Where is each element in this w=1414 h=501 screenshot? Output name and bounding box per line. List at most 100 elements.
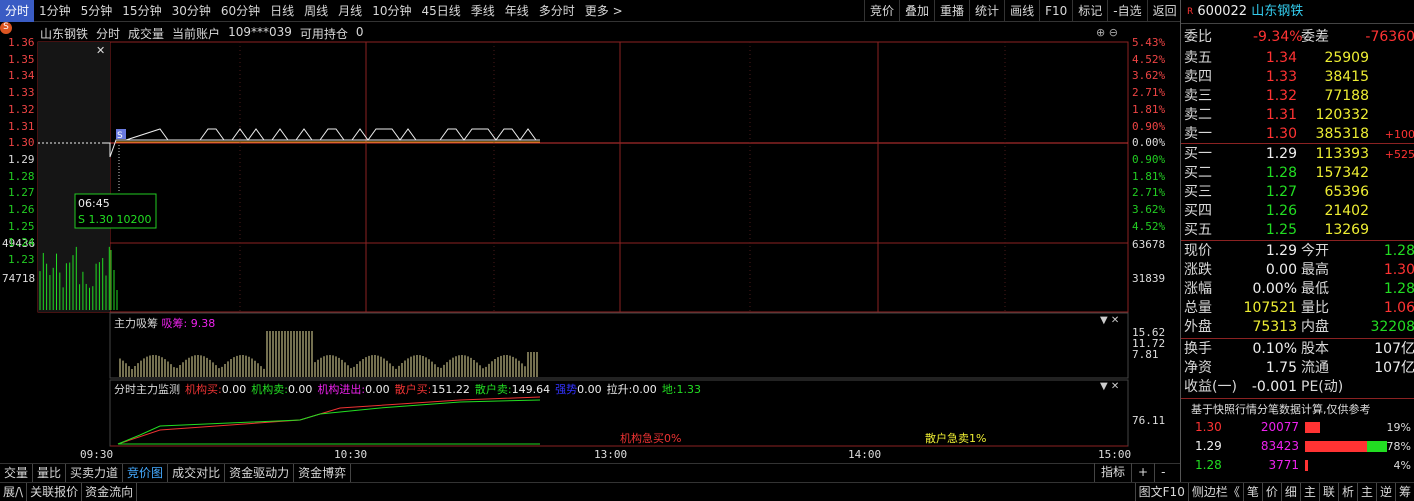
price-axis-label: 1.23 [8, 253, 35, 266]
sell-level: 卖五 1.34 25909 [1181, 49, 1414, 68]
sell-level: 卖二 1.31 120332 [1181, 106, 1414, 125]
monitor-item: 机构进出:0.00 [317, 381, 389, 397]
weibi-label: 委比 [1184, 28, 1212, 47]
monitor-controls[interactable]: ▼ ✕ [1100, 381, 1119, 392]
monitor-item: 机构卖:0.00 [251, 381, 312, 397]
bottom-link[interactable]: 资金流向 [82, 483, 137, 501]
side-tab[interactable]: 筹 [1395, 483, 1414, 501]
bottom-tab[interactable]: 资金驱动力 [225, 464, 294, 482]
time-axis-label: 15:00 [1098, 448, 1131, 461]
bottom-tab[interactable]: 竞价图 [123, 464, 168, 482]
pct-axis-label: 1.81% [1132, 103, 1165, 116]
monitor-note-1: 机构急买0% [620, 430, 681, 446]
price-axis-label: 1.28 [8, 170, 35, 183]
indicator-button[interactable]: - [1154, 463, 1171, 482]
side-tab[interactable]: 联 [1319, 483, 1338, 501]
bottom-tab[interactable]: 买卖力道 [66, 464, 123, 482]
vol-axis-right-top: 63678 [1132, 238, 1165, 251]
price-axis-label: 1.25 [8, 220, 35, 233]
side-tab[interactable]: 侧边栏《 [1188, 483, 1243, 501]
pct-axis-label: 3.62% [1132, 203, 1165, 216]
price-axis-label: 1.32 [8, 103, 35, 116]
bottom-tab[interactable]: 量比 [33, 464, 66, 482]
zhuli-axis-3: 7.81 [1132, 348, 1159, 361]
side-tab[interactable]: 主 [1357, 483, 1376, 501]
indicator-controls: 指标 + - [1094, 463, 1171, 482]
vol-axis-mid: 74718 [2, 272, 35, 285]
price-axis-label: 1.31 [8, 120, 35, 133]
buy-level: 买五 1.25 13269 [1181, 221, 1414, 240]
weibi-value: -9.34% [1253, 28, 1303, 47]
side-tab[interactable]: 图文F10 [1135, 483, 1188, 501]
pct-axis-label: 2.71% [1132, 186, 1165, 199]
monitor-axis: 76.11 [1132, 414, 1165, 427]
price-axis-label: 1.29 [8, 153, 35, 166]
side-tab[interactable]: 析 [1338, 483, 1357, 501]
pct-axis-label: 0.00% [1132, 136, 1165, 149]
price-axis-label: 1.35 [8, 53, 35, 66]
bottom-tab[interactable]: 资金博弈 [294, 464, 351, 482]
bar-row: 1.30 20077 19% [1181, 418, 1414, 437]
indicator-button[interactable]: + [1131, 463, 1154, 482]
weicha-value: -76360 [1365, 28, 1414, 47]
bottom-tab[interactable]: 交量 [0, 464, 33, 482]
stat-row: 涨跌 0.00 最高 1.30 [1181, 261, 1414, 280]
s-badge-icon[interactable]: S [0, 22, 12, 34]
sell-marker-label: S [117, 131, 123, 141]
indicator-button[interactable]: 指标 [1094, 463, 1131, 482]
tooltip-time: 06:45 [78, 197, 110, 210]
price-axis-label: 1.34 [8, 69, 35, 82]
buy-level: 买三 1.27 65396 [1181, 183, 1414, 202]
side-tab[interactable]: 价 [1262, 483, 1281, 501]
side-tab[interactable]: 笔 [1243, 483, 1262, 501]
bottom-link[interactable]: 关联报价 [27, 483, 82, 501]
bar-row: 1.29 83423 78% [1181, 437, 1414, 456]
price-axis-label: 1.26 [8, 203, 35, 216]
tooltip-trade: S 1.30 10200 [78, 213, 151, 226]
monitor-item: 机构买:0.00 [185, 381, 246, 397]
time-axis-label: 14:00 [848, 448, 881, 461]
monitor-bar: 分时主力监测 机构买:0.00 机构卖:0.00 机构进出:0.00 散户买:151.… [114, 381, 701, 397]
quote-panel: R 600022 山东钢铁 委比 -9.34% 委差 -76360 卖五 1.34 2590… [1180, 0, 1414, 482]
side-tab[interactable]: 细 [1281, 483, 1300, 501]
sell-level: 卖三 1.32 77188 [1181, 87, 1414, 106]
bottom-tabs: 交量 量比 买卖力道 竞价图 成交对比 资金驱动力 资金博弈 [0, 463, 1180, 482]
stock-title: 山东钢铁 [1251, 4, 1303, 19]
panel-controls-icon[interactable]: ⊕ ⊖ [1096, 26, 1118, 39]
bar-row: 1.28 3771 4% [1181, 456, 1414, 475]
pct-axis-label: 4.52% [1132, 220, 1165, 233]
side-tab[interactable]: 主 [1300, 483, 1319, 501]
price-axis-label: 1.24 [8, 236, 35, 249]
pct-axis-label: 0.90% [1132, 120, 1165, 133]
sell-level: 卖一 1.30 385318 +100 [1181, 125, 1414, 144]
zhuli-controls[interactable]: ▼ ✕ [1100, 315, 1119, 326]
stat-row: 收益(一) -0.001 PE(动) [1181, 378, 1414, 397]
side-tab[interactable]: 逆 [1376, 483, 1395, 501]
price-axis-label: 1.30 [8, 136, 35, 149]
stat-row: 外盘 75313 内盘 32208 [1181, 318, 1414, 337]
time-axis-label: 10:30 [334, 448, 367, 461]
sell-level: 卖四 1.33 38415 [1181, 68, 1414, 87]
price-axis-label: 1.27 [8, 186, 35, 199]
monitor-item: 散户买:151.22 [395, 381, 470, 397]
stat-row: 净资 1.75 流通 107亿 [1181, 359, 1414, 378]
bottom-link[interactable]: 展/\ [0, 483, 27, 501]
monitor-item: 强势0.00 [555, 381, 602, 397]
stat-row: 现价 1.29 今开 1.28 [1181, 242, 1414, 261]
pct-axis-label: 3.62% [1132, 69, 1165, 82]
bottom-bar-2: 展/\ 关联报价 资金流向 图文F10 侧边栏《笔价细主联析主逆筹 [0, 482, 1414, 501]
price-axis-label: 1.36 [8, 36, 35, 49]
zhuli-label: 主力吸筹 吸筹: 9.38 [114, 315, 215, 331]
time-axis-label: 13:00 [594, 448, 627, 461]
bottom-tab[interactable]: 成交对比 [168, 464, 225, 482]
buy-level: 买一 1.29 113393 +525 [1181, 145, 1414, 164]
close-auction-icon[interactable]: ✕ [96, 44, 105, 57]
stat-row: 换手 0.10% 股本 107亿 [1181, 340, 1414, 359]
monitor-item: 散户卖:149.64 [475, 381, 550, 397]
quote-header: R 600022 山东钢铁 [1181, 0, 1414, 24]
vol-axis-right-mid: 31839 [1132, 272, 1165, 285]
stat-row: 总量 107521 量比 1.06 [1181, 299, 1414, 318]
stock-code: 600022 [1197, 4, 1247, 19]
pct-axis-label: 1.81% [1132, 170, 1165, 183]
pct-axis-label: 5.43% [1132, 36, 1165, 49]
